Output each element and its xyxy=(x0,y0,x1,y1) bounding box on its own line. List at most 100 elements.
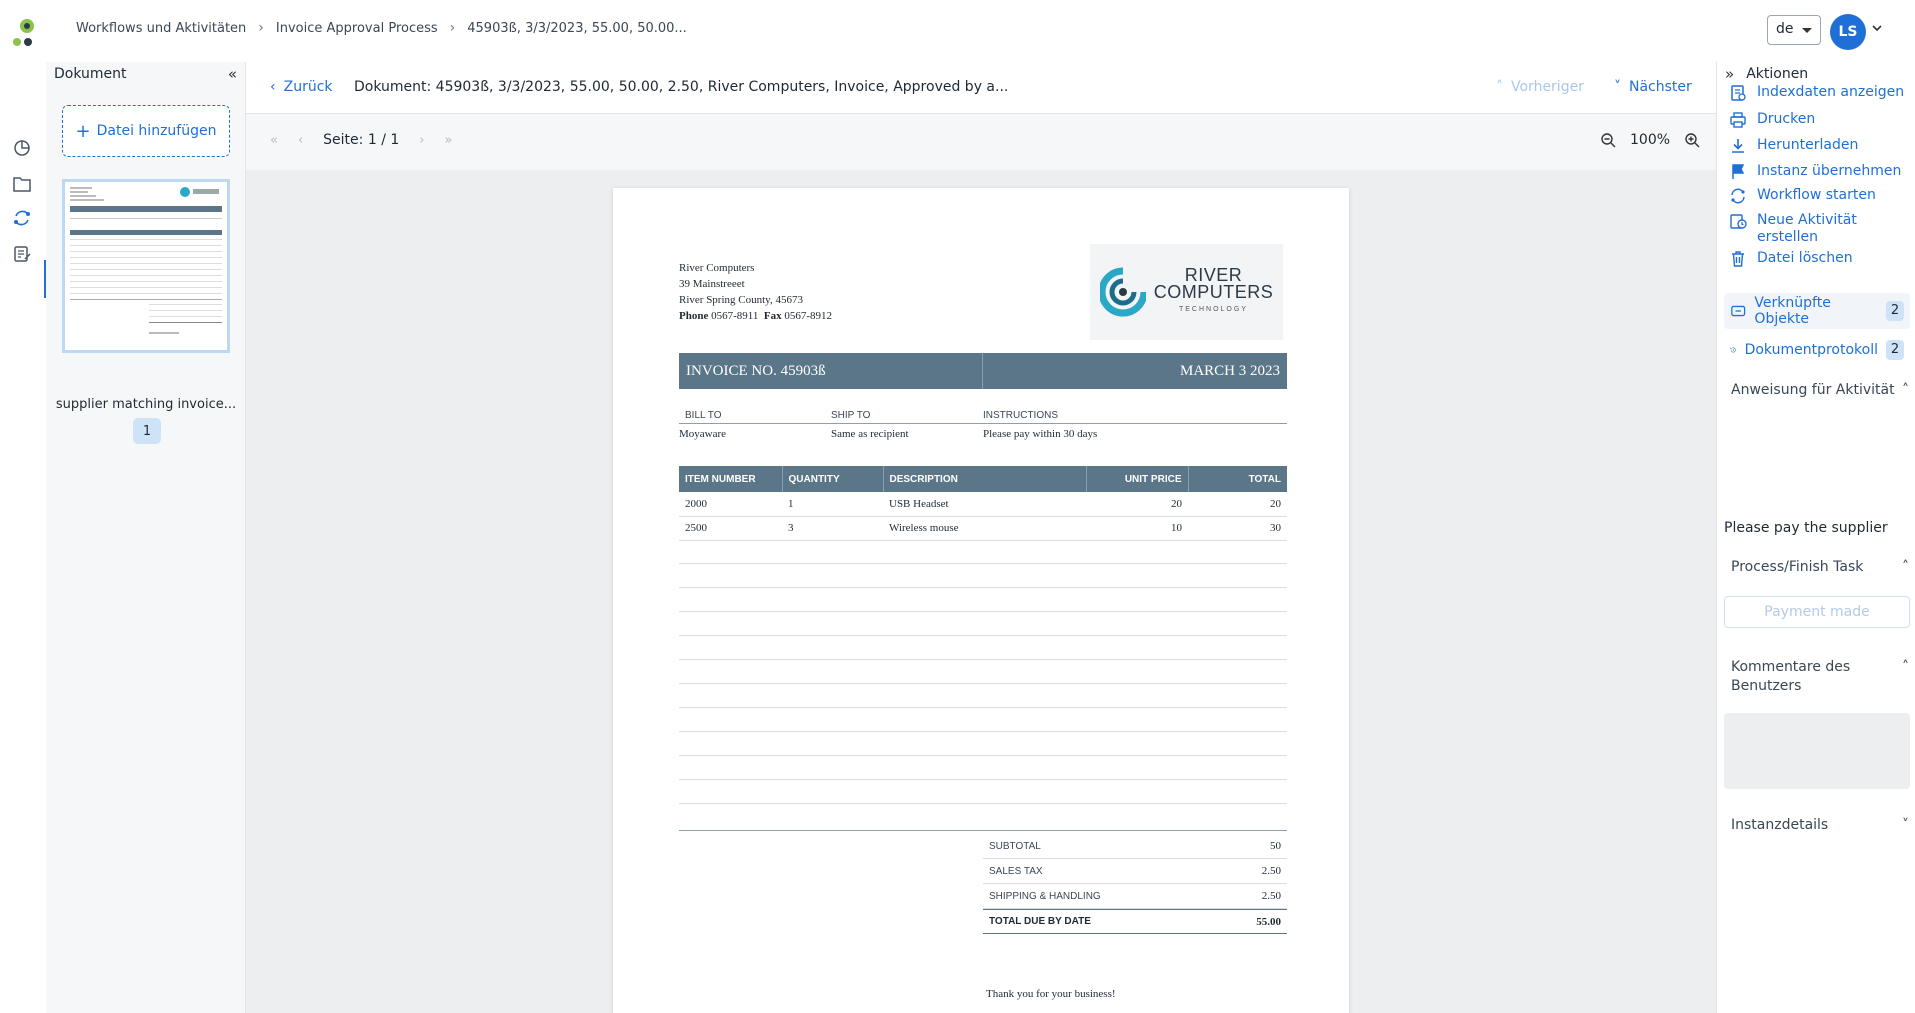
dashboard-icon[interactable] xyxy=(10,136,34,160)
add-file-label: Datei hinzufügen xyxy=(96,123,217,139)
action-label: Indexdaten anzeigen xyxy=(1757,84,1905,100)
document-protocol-count: 2 xyxy=(1886,340,1904,360)
print-action[interactable]: Drucken xyxy=(1729,111,1913,129)
document-panel-title: Dokument xyxy=(54,66,127,82)
items-table: ITEM NUMBER QUANTITY DESCRIPTION UNIT PR… xyxy=(679,466,1287,541)
subtotal-row: SUBTOTAL 50 xyxy=(983,834,1287,859)
back-label: Zurück xyxy=(283,79,333,95)
tasks-icon[interactable] xyxy=(10,242,34,266)
actions-panel: » Aktionen Indexdaten anzeigen Drucken H… xyxy=(1716,62,1915,1013)
invoice-page: River Computers 39 Mainstreeet River Spr… xyxy=(613,188,1349,1013)
document-canvas[interactable]: River Computers 39 Mainstreeet River Spr… xyxy=(246,170,1716,1013)
billing-info: BILL TO SHIP TO INSTRUCTIONS Moyaware Sa… xyxy=(679,410,1287,440)
add-file-button[interactable]: + Datei hinzufügen xyxy=(62,105,230,157)
folder-icon[interactable] xyxy=(10,172,34,196)
chevron-right-icon: › xyxy=(449,20,456,36)
breadcrumb-process[interactable]: Invoice Approval Process xyxy=(276,21,438,36)
actions-header: » Aktionen xyxy=(1725,65,1808,83)
language-select[interactable]: de xyxy=(1767,15,1821,45)
table-row: 2500 3 Wireless mouse 10 30 xyxy=(679,516,1287,541)
empty-row-line xyxy=(679,659,1287,660)
page-number-badge[interactable]: 1 xyxy=(133,418,161,444)
previous-button[interactable]: ˄ Vorheriger xyxy=(1496,79,1584,95)
zoom-out-icon[interactable] xyxy=(1600,132,1616,148)
empty-row-line xyxy=(679,731,1287,732)
invoice-date: MARCH 3 2023 xyxy=(1179,362,1280,379)
index-data-icon xyxy=(1731,85,1746,101)
activity-instruction-text: Please pay the supplier xyxy=(1724,520,1888,536)
show-index-data-action[interactable]: Indexdaten anzeigen xyxy=(1729,84,1913,102)
empty-row-line xyxy=(679,683,1287,684)
next-page-icon[interactable]: › xyxy=(419,133,424,148)
user-avatar[interactable]: LS xyxy=(1830,14,1866,50)
bill-to-label: BILL TO xyxy=(685,410,722,421)
expand-right-icon[interactable]: » xyxy=(1725,65,1734,83)
empty-row-line xyxy=(679,779,1287,780)
chevron-down-icon: ˅ xyxy=(1902,817,1909,833)
breadcrumb-workflows[interactable]: Workflows und Aktivitäten xyxy=(76,21,246,36)
last-page-icon[interactable]: » xyxy=(444,133,452,148)
action-label: Drucken xyxy=(1757,111,1816,127)
linked-objects-button[interactable]: Verknüpfte Objekte 2 xyxy=(1724,293,1910,329)
trash-icon xyxy=(1732,251,1744,267)
create-activity-action[interactable]: Neue Aktivität erstellen xyxy=(1729,212,1913,246)
thank-you-note: Thank you for your business! xyxy=(986,988,1116,1000)
company-logo: RIVER COMPUTERS TECHNOLOGY xyxy=(1090,244,1283,340)
street: 39 Mainstreeet xyxy=(679,278,745,290)
history-icon xyxy=(1730,347,1736,353)
previous-label: Vorheriger xyxy=(1511,79,1584,95)
action-label: Datei löschen xyxy=(1757,250,1853,266)
contact-line: Phone 0567-8911 Fax 0567-8912 xyxy=(679,310,833,322)
comments-input[interactable] xyxy=(1724,713,1910,789)
breadcrumb: Workflows und Aktivitäten › Invoice Appr… xyxy=(76,20,687,36)
viewer-toolbar: « ‹ Seite: 1 / 1 › » 100% xyxy=(246,114,1716,170)
instructions-label: INSTRUCTIONS xyxy=(983,410,1058,421)
invoice-number: INVOICE NO. 45903ß xyxy=(686,362,826,379)
section-title: Instanzdetails xyxy=(1731,817,1829,833)
col-quantity: QUANTITY xyxy=(782,466,884,492)
workflow-icon xyxy=(1731,188,1745,204)
app-logo-icon[interactable] xyxy=(8,16,38,48)
user-comments-section[interactable]: Kommentare des Benutzers ˄ xyxy=(1731,658,1909,696)
download-action[interactable]: Herunterladen xyxy=(1729,137,1913,155)
top-bar: Workflows und Aktivitäten › Invoice Appr… xyxy=(0,0,1915,62)
take-over-instance-action[interactable]: Instanz übernehmen xyxy=(1729,163,1913,181)
chevron-up-icon: ˄ xyxy=(1902,659,1909,675)
process-finish-section[interactable]: Process/Finish Task ˄ xyxy=(1731,558,1909,577)
start-workflow-action[interactable]: Workflow starten xyxy=(1729,187,1913,205)
first-page-icon[interactable]: « xyxy=(270,133,278,148)
col-unit-price: UNIT PRICE xyxy=(1086,466,1189,492)
chevron-down-icon[interactable] xyxy=(1872,24,1882,32)
action-label: Instanz übernehmen xyxy=(1757,163,1902,179)
total-due-row: TOTAL DUE BY DATE 55.00 xyxy=(983,909,1287,934)
zoom-in-icon[interactable] xyxy=(1684,132,1700,148)
document-thumbnail[interactable] xyxy=(62,179,230,353)
sales-tax-row: SALES TAX 2.50 xyxy=(983,859,1287,884)
col-description: DESCRIPTION xyxy=(883,466,1087,492)
back-button[interactable]: ‹ Zurück xyxy=(270,79,333,95)
chevron-right-icon: › xyxy=(258,20,264,36)
chevron-up-icon: ˄ xyxy=(1902,382,1909,398)
document-protocol-button[interactable]: Dokumentprotokoll 2 xyxy=(1724,332,1910,368)
app-root: Workflows und Aktivitäten › Invoice Appr… xyxy=(0,0,1915,1013)
chevron-up-icon: ˄ xyxy=(1902,559,1909,575)
action-label: Neue Aktivität erstellen xyxy=(1757,212,1857,245)
pager: « ‹ Seite: 1 / 1 › » xyxy=(270,132,452,148)
payment-made-button[interactable]: Payment made xyxy=(1724,596,1910,628)
next-label: Nächster xyxy=(1629,79,1692,95)
next-button[interactable]: ˅ Nächster xyxy=(1614,79,1692,95)
action-label: Herunterladen xyxy=(1757,137,1859,153)
workflow-icon[interactable] xyxy=(10,206,34,230)
items-end-line xyxy=(679,830,1287,831)
collapse-left-icon[interactable]: « xyxy=(228,65,237,83)
instance-details-section[interactable]: Instanzdetails ˅ xyxy=(1731,816,1909,835)
viewer-header: ‹ Zurück Dokument: 45903ß, 3/3/2023, 55.… xyxy=(246,62,1716,114)
chevron-down-icon: ˅ xyxy=(1614,79,1621,95)
activity-instruction-section[interactable]: Anweisung für Aktivität ˄ xyxy=(1731,381,1909,400)
avatar-initials: LS xyxy=(1838,24,1858,40)
delete-file-action[interactable]: Datei löschen xyxy=(1729,250,1913,268)
document-protocol-label: Dokumentprotokoll xyxy=(1744,342,1878,358)
company-name: River Computers xyxy=(679,262,755,274)
previous-page-icon[interactable]: ‹ xyxy=(298,133,303,148)
flag-icon xyxy=(1732,164,1745,179)
